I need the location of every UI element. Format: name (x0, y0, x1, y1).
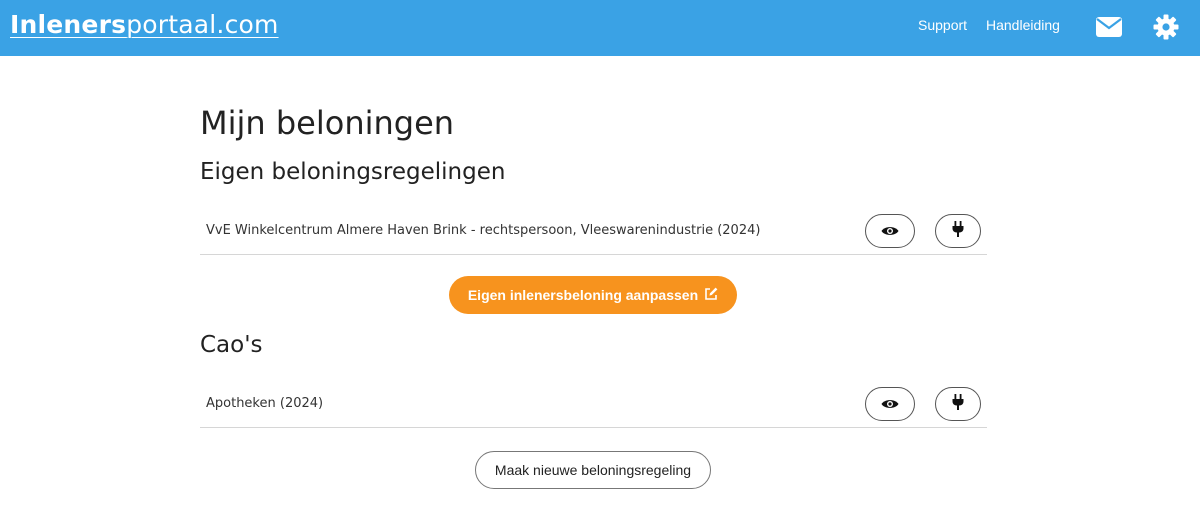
eye-icon (881, 222, 899, 241)
new-remuneration-button[interactable]: Maak nieuwe beloningsregeling (475, 451, 711, 489)
eye-icon (881, 395, 899, 414)
section-title-caos: Cao's (200, 332, 263, 358)
nav-support-link[interactable]: Support (918, 17, 967, 33)
view-button[interactable] (865, 387, 915, 421)
logo-rest-text: portaal.com (126, 10, 279, 39)
edit-own-remuneration-button[interactable]: Eigen inlenersbeloning aanpassen (449, 276, 737, 314)
gear-icon[interactable] (1152, 13, 1180, 41)
connect-button[interactable] (935, 387, 981, 421)
list-item: Apotheken (2024) (200, 385, 987, 428)
mail-icon[interactable] (1095, 13, 1123, 41)
plug-icon (952, 221, 964, 241)
connect-button[interactable] (935, 214, 981, 248)
list-item: VvE Winkelcentrum Almere Haven Brink - r… (200, 212, 987, 255)
logo-bold-text: Inleners (10, 10, 127, 39)
nav-handleiding-link[interactable]: Handleiding (986, 17, 1060, 33)
edit-icon (704, 287, 718, 304)
page-title: Mijn beloningen (200, 104, 455, 142)
plug-icon (952, 394, 964, 414)
top-navigation-bar: Inlenersportaal.com Support Handleiding (0, 0, 1200, 56)
list-item-label: Apotheken (2024) (206, 396, 324, 411)
edit-button-label: Eigen inlenersbeloning aanpassen (467, 287, 699, 303)
list-item-label: VvE Winkelcentrum Almere Haven Brink - r… (206, 223, 761, 238)
logo-link[interactable]: Inlenersportaal.com (10, 10, 279, 39)
view-button[interactable] (865, 214, 915, 248)
section-title-own-regulations: Eigen beloningsregelingen (200, 159, 506, 185)
